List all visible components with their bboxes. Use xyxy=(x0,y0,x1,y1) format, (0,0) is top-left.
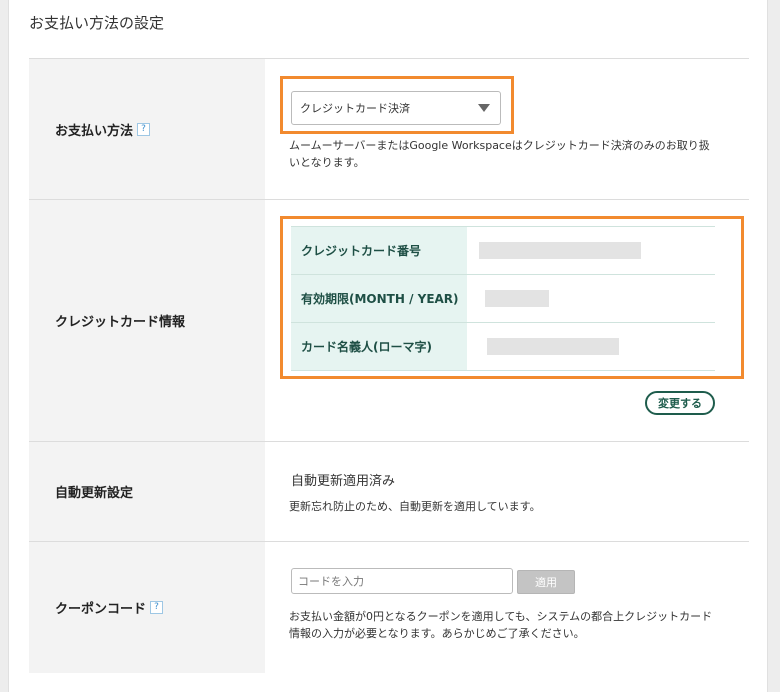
credit-card-label: クレジットカード情報 xyxy=(55,315,186,330)
credit-card-table: クレジットカード番号 有効期限(MONTH / YEAR) カード名義人(ローマ… xyxy=(291,226,715,371)
expiry-label: 有効期限(MONTH / YEAR) xyxy=(291,275,467,322)
auto-renew-label-cell: 自動更新設定 xyxy=(29,442,265,541)
coupon-label-cell: クーポンコード ? xyxy=(29,542,265,673)
help-icon[interactable]: ? xyxy=(137,122,151,136)
coupon-note: お支払い金額が0円となるクーポンを適用しても、システムの都合上クレジットカード情… xyxy=(289,610,713,640)
credit-card-label-cell: クレジットカード情報 xyxy=(29,200,265,441)
auto-renew-row: 自動更新設定 自動更新適用済み 更新忘れ防止のため、自動更新を適用しています。 xyxy=(29,442,749,542)
masked-value xyxy=(479,242,641,259)
table-row: カード名義人(ローマ字) xyxy=(291,323,715,371)
card-number-value xyxy=(467,227,715,274)
expiry-value xyxy=(467,275,715,322)
masked-value xyxy=(487,338,619,355)
auto-renew-note: 更新忘れ防止のため、自動更新を適用しています。 xyxy=(289,500,541,513)
auto-renew-content: 自動更新適用済み 更新忘れ防止のため、自動更新を適用しています。 xyxy=(265,442,749,541)
cardholder-value xyxy=(467,323,715,370)
settings-table: お支払い方法 ? クレジットカード決済 ムームーサーバーまたはGoogle Wo… xyxy=(29,58,749,673)
payment-method-content: クレジットカード決済 ムームーサーバーまたはGoogle Workspaceはク… xyxy=(265,59,749,199)
payment-method-note: ムームーサーバーまたはGoogle Workspaceはクレジットカード決済のみ… xyxy=(289,139,710,169)
credit-card-content: クレジットカード番号 有効期限(MONTH / YEAR) カード名義人(ローマ… xyxy=(265,200,749,441)
settings-panel: お支払い方法の設定 お支払い方法 ? クレジットカード決済 ムームーサーバーまた… xyxy=(8,0,768,692)
payment-method-label: お支払い方法 xyxy=(55,123,134,139)
table-row: 有効期限(MONTH / YEAR) xyxy=(291,275,715,323)
payment-method-label-cell: お支払い方法 ? xyxy=(29,59,265,199)
auto-renew-label: 自動更新設定 xyxy=(55,486,134,501)
table-row: クレジットカード番号 xyxy=(291,227,715,275)
dropdown-arrow-icon xyxy=(478,104,490,112)
auto-renew-status: 自動更新適用済み xyxy=(291,474,396,489)
change-card-button[interactable]: 変更する xyxy=(645,391,715,415)
masked-value xyxy=(485,290,549,307)
coupon-content: 適用 お支払い金額が0円となるクーポンを適用しても、システムの都合上クレジットカ… xyxy=(265,542,749,673)
cardholder-label: カード名義人(ローマ字) xyxy=(291,323,467,370)
payment-method-selected-value: クレジットカード決済 xyxy=(300,102,410,115)
credit-card-row: クレジットカード情報 クレジットカード番号 有効期限(MONTH / YEAR) xyxy=(29,200,749,442)
help-icon[interactable]: ? xyxy=(150,601,164,614)
page-title: お支払い方法の設定 xyxy=(29,14,165,32)
coupon-input[interactable] xyxy=(291,568,513,594)
coupon-row: クーポンコード ? 適用 お支払い金額が0円となるクーポンを適用しても、システム… xyxy=(29,542,749,673)
apply-coupon-button[interactable]: 適用 xyxy=(517,570,575,594)
payment-method-row: お支払い方法 ? クレジットカード決済 ムームーサーバーまたはGoogle Wo… xyxy=(29,59,749,200)
card-number-label: クレジットカード番号 xyxy=(291,227,467,274)
coupon-label: クーポンコード xyxy=(55,602,147,617)
payment-method-select[interactable]: クレジットカード決済 xyxy=(291,91,501,125)
